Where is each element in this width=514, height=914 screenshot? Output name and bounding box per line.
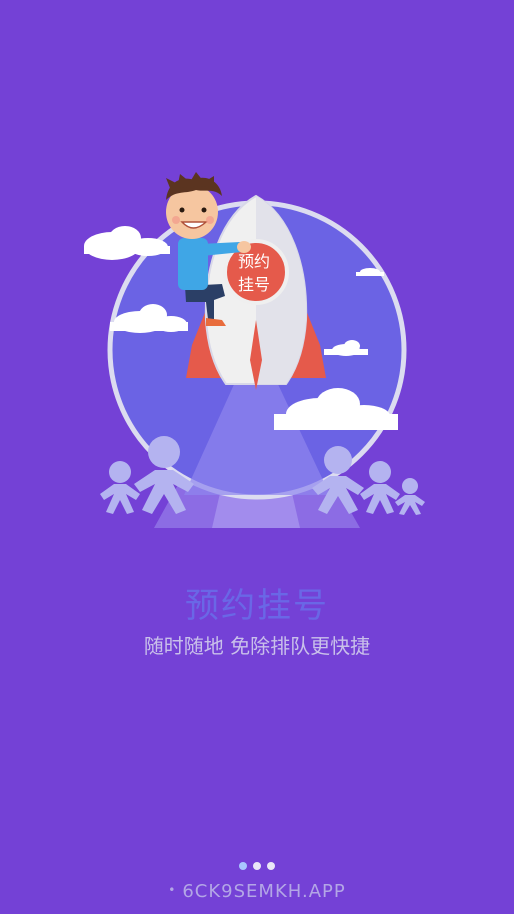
footer-watermark: • 6CK9SEMKH.APP bbox=[0, 881, 514, 902]
person-figure-icon bbox=[395, 478, 425, 515]
rocket-badge-line2: 挂号 bbox=[238, 275, 270, 294]
footer-text: 6CK9SEMKH.APP bbox=[182, 881, 346, 902]
onboarding-illustration: 预约 挂号 bbox=[84, 172, 425, 528]
page-subtitle: 随时随地 免除排队更快捷 bbox=[143, 634, 371, 658]
rocket-badge-line1: 预约 bbox=[238, 252, 270, 271]
cloud-icon bbox=[84, 226, 170, 260]
page-dot-active[interactable] bbox=[239, 862, 247, 870]
person-figure-icon bbox=[100, 461, 140, 514]
footer-bullet: • bbox=[168, 883, 177, 897]
person-figure-icon bbox=[360, 461, 400, 514]
page-title: 预约挂号 bbox=[185, 586, 329, 626]
page-dot[interactable] bbox=[267, 862, 275, 870]
page-indicator[interactable] bbox=[0, 862, 514, 870]
page-dot[interactable] bbox=[253, 862, 261, 870]
